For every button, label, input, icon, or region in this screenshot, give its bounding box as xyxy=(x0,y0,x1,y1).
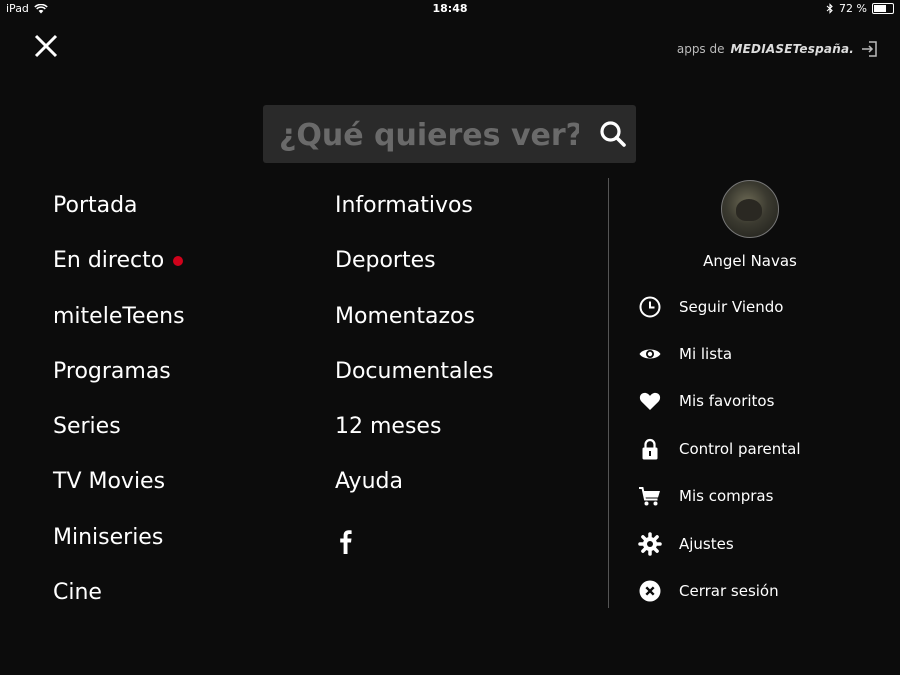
account-item-seguir-viendo[interactable]: Seguir Viendo xyxy=(638,283,801,330)
menu-item-miniseries[interactable]: Miniseries xyxy=(53,520,185,575)
cart-icon xyxy=(638,484,662,508)
account-item-mis-compras[interactable]: Mis compras xyxy=(638,473,801,520)
menu-item-label: En directo xyxy=(53,248,165,274)
heart-icon xyxy=(638,389,662,413)
menu-item-label: Documentales xyxy=(335,358,494,384)
battery-percent: 72 % xyxy=(839,2,867,15)
account-item-label: Ajustes xyxy=(679,534,734,553)
menu-item-label: Programas xyxy=(53,358,171,384)
account-item-label: Seguir Viendo xyxy=(679,297,784,316)
account-item-ajustes[interactable]: Ajustes xyxy=(638,520,801,567)
avatar-image xyxy=(736,199,762,221)
account-item-label: Control parental xyxy=(679,439,801,458)
menu-item-cine[interactable]: Cine xyxy=(53,575,185,630)
lock-icon xyxy=(638,437,662,461)
account-item-control-parental[interactable]: Control parental xyxy=(638,425,801,472)
avatar[interactable] xyxy=(721,180,779,238)
close-circle-icon xyxy=(638,579,662,603)
exit-icon xyxy=(862,41,877,57)
menu-item-programas[interactable]: Programas xyxy=(53,354,185,409)
search-input[interactable] xyxy=(277,105,581,165)
user-profile[interactable]: Angel Navas xyxy=(610,180,890,270)
menu-item-label: TV Movies xyxy=(53,469,166,495)
status-right: 72 % xyxy=(826,2,894,15)
eye-icon xyxy=(638,342,662,366)
account-item-label: Mi lista xyxy=(679,345,733,364)
menu-item-label: Miniseries xyxy=(53,524,164,550)
account-item-label: Cerrar sesión xyxy=(679,582,779,601)
menu-item-documentales[interactable]: Documentales xyxy=(335,354,494,409)
close-icon xyxy=(34,34,58,58)
account-item-mis-favoritos[interactable]: Mis favoritos xyxy=(638,378,801,425)
status-bar: iPad 18:48 72 % xyxy=(0,0,900,18)
menu-item-label: miteleTeens xyxy=(53,303,185,329)
facebook-link[interactable] xyxy=(335,520,494,575)
menu-item-label: Cine xyxy=(53,580,102,606)
account-menu: Seguir Viendo Mi lista Mis favoritos Con… xyxy=(638,283,801,615)
menu-item-portada[interactable]: Portada xyxy=(53,188,185,243)
clock-icon xyxy=(638,295,662,319)
menu-item-miteleteens[interactable]: miteleTeens xyxy=(53,299,185,354)
menu-item-en-directo[interactable]: En directo xyxy=(53,243,185,298)
menu-item-label: Series xyxy=(53,414,121,440)
gear-icon xyxy=(638,531,662,556)
main-menu-column-1: Portada En directo miteleTeens Programas… xyxy=(53,188,185,630)
menu-item-label: Portada xyxy=(53,193,138,218)
vertical-divider xyxy=(608,178,609,608)
battery-fill xyxy=(874,5,886,12)
account-item-label: Mis compras xyxy=(679,487,774,506)
close-button[interactable] xyxy=(32,32,60,60)
menu-item-deportes[interactable]: Deportes xyxy=(335,243,494,298)
facebook-icon xyxy=(340,529,352,554)
menu-item-label: Momentazos xyxy=(335,303,475,329)
menu-item-12-meses[interactable]: 12 meses xyxy=(335,409,494,464)
menu-item-label: Informativos xyxy=(335,193,473,218)
menu-item-label: 12 meses xyxy=(335,414,442,440)
account-item-mi-lista[interactable]: Mi lista xyxy=(638,330,801,377)
menu-item-label: Deportes xyxy=(335,248,436,274)
menu-item-informativos[interactable]: Informativos xyxy=(335,188,494,243)
main-menu-column-2: Informativos Deportes Momentazos Documen… xyxy=(335,188,494,575)
menu-item-momentazos[interactable]: Momentazos xyxy=(335,299,494,354)
menu-item-tv-movies[interactable]: TV Movies xyxy=(53,464,185,519)
battery-icon xyxy=(872,3,894,14)
bluetooth-icon xyxy=(826,3,833,14)
live-indicator-dot xyxy=(173,256,184,267)
search-box xyxy=(263,105,636,165)
profile-name: Angel Navas xyxy=(703,252,797,270)
mediaset-logo: MEDIASETespaña. xyxy=(730,42,854,56)
brand-link[interactable]: apps de MEDIASETespaña. xyxy=(677,40,878,58)
menu-item-series[interactable]: Series xyxy=(53,409,185,464)
search-icon[interactable] xyxy=(598,119,628,149)
brand-prefix: apps de xyxy=(676,42,725,56)
menu-item-label: Ayuda xyxy=(335,469,403,495)
menu-item-ayuda[interactable]: Ayuda xyxy=(335,464,494,519)
account-item-label: Mis favoritos xyxy=(679,392,775,411)
account-item-cerrar-sesion[interactable]: Cerrar sesión xyxy=(638,567,801,614)
status-time: 18:48 xyxy=(432,2,468,15)
